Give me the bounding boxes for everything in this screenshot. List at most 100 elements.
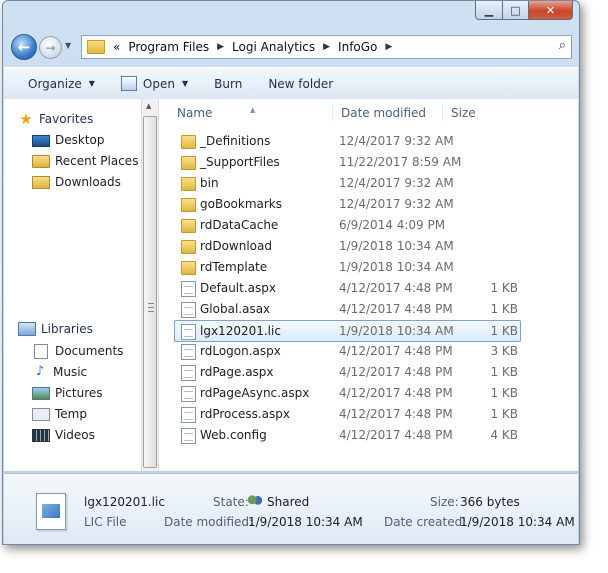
recent-pages-dropdown[interactable]: ▼ [65, 41, 71, 50]
minimize-button[interactable]: ▁ [475, 1, 503, 20]
file-name: rdPage.aspx [200, 365, 274, 379]
sidebar-item-recent-places[interactable]: Recent Places [32, 151, 138, 171]
breadcrumb-overflow[interactable]: « [113, 40, 120, 54]
file-size: 3 KB [490, 344, 518, 358]
chevron-down-icon[interactable]: ▼ [182, 79, 188, 88]
file-date-modified: 12/4/2017 9:32 AM [339, 197, 454, 211]
folder-row[interactable]: rdTemplate 1/9/2018 10:34 AM [175, 257, 520, 277]
sidebar-item-documents[interactable]: Documents [32, 341, 123, 361]
file-large-icon [36, 493, 66, 530]
column-divider[interactable] [442, 103, 443, 121]
file-row[interactable]: Default.aspx 4/12/2017 4:48 PM 1 KB [175, 278, 520, 298]
file-name: lgx120201.lic [200, 324, 281, 338]
close-button[interactable]: ✕ [529, 1, 573, 20]
navigation-pane: ★ Favorites Desktop Recent Places Downlo… [4, 99, 141, 471]
file-name: goBookmarks [200, 197, 283, 211]
sidebar-item-label: Desktop [55, 133, 105, 147]
document-icon [181, 365, 196, 381]
file-row[interactable]: lgx120201.lic 1/9/2018 10:34 AM 1 KB [174, 320, 521, 342]
sidebar-item-label: Music [53, 365, 88, 379]
file-date-modified: 12/4/2017 9:32 AM [339, 176, 454, 190]
open-button[interactable]: Open ▼ [120, 76, 188, 91]
folder-icon [181, 135, 196, 149]
libraries-icon [18, 322, 36, 336]
details-created-value: 1/9/2018 10:34 AM [460, 515, 575, 529]
folder-row[interactable]: _SupportFiles 11/22/2017 8:59 AM [175, 152, 520, 172]
column-name[interactable]: Name [177, 106, 212, 120]
file-name: rdTemplate [200, 260, 268, 274]
chevron-right-icon[interactable]: ▶ [323, 42, 330, 52]
sidebar-item-downloads[interactable]: Downloads [32, 172, 121, 192]
search-icon[interactable]: ⌕ [559, 38, 566, 53]
open-label: Open [142, 76, 175, 91]
organize-label: Organize [28, 76, 82, 91]
scrollbar-thumb[interactable] [143, 116, 157, 468]
column-size[interactable]: Size [451, 106, 476, 120]
file-date-modified: 11/22/2017 8:59 AM [339, 155, 462, 169]
details-created-label: Date created: [384, 515, 467, 529]
file-row[interactable]: rdLogon.aspx 4/12/2017 4:48 PM 3 KB [175, 341, 520, 361]
file-name: rdLogon.aspx [200, 344, 281, 358]
file-name: rdDownload [200, 239, 272, 253]
videos-icon [32, 428, 50, 442]
folder-icon [181, 156, 196, 170]
file-row[interactable]: rdPageAsync.aspx 4/12/2017 4:48 PM 1 KB [175, 383, 520, 403]
document-icon [181, 386, 196, 402]
file-row[interactable]: Web.config 4/12/2017 4:48 PM 4 KB [175, 425, 520, 445]
sidebar-libraries-label: Libraries [41, 322, 93, 336]
file-list: ▲ Name Date modified Size _Definitions 12… [160, 99, 578, 471]
document-icon [181, 281, 196, 297]
details-filename: lgx120201.lic [84, 495, 165, 509]
scroll-up-icon[interactable]: ▲ [146, 102, 151, 110]
navigation-scrollbar[interactable]: ▲ [141, 99, 159, 471]
command-bar: Organize ▼ Open ▼ Burn New folder [4, 67, 578, 100]
sidebar-item-videos[interactable]: Videos [32, 425, 95, 445]
file-date-modified: 4/12/2017 4:48 PM [339, 302, 453, 316]
maximize-button[interactable]: □ [503, 1, 529, 20]
chevron-right-icon[interactable]: ▶ [385, 42, 392, 52]
breadcrumb-logi-analytics[interactable]: Logi Analytics [232, 40, 315, 54]
sidebar-favorites[interactable]: ★ Favorites [18, 109, 93, 129]
file-date-modified: 1/9/2018 10:34 AM [339, 239, 454, 253]
details-modified-value: 1/9/2018 10:34 AM [248, 515, 363, 529]
file-date-modified: 4/12/2017 4:48 PM [339, 365, 453, 379]
details-state-label: State: [213, 495, 249, 509]
sidebar-item-temp[interactable]: Temp [32, 404, 87, 424]
file-size: 4 KB [490, 428, 518, 442]
open-icon [120, 76, 137, 91]
address-bar[interactable]: « Program Files ▶ Logi Analytics ▶ InfoG… [81, 35, 572, 59]
file-row[interactable]: Global.asax 4/12/2017 4:48 PM 1 KB [175, 299, 520, 319]
documents-icon [34, 343, 48, 359]
column-date-modified[interactable]: Date modified [341, 106, 426, 120]
grip-icon [148, 303, 154, 312]
document-icon [181, 302, 196, 318]
file-size: 1 KB [490, 386, 518, 400]
new-folder-button[interactable]: New folder [268, 77, 333, 91]
folder-row[interactable]: rdDataCache 6/9/2014 4:09 PM [175, 215, 520, 235]
sidebar-item-music[interactable]: ♪ Music [32, 362, 87, 382]
details-filetype: LIC File [84, 515, 127, 529]
sidebar-item-label: Pictures [55, 386, 103, 400]
burn-button[interactable]: Burn [214, 77, 242, 91]
breadcrumb-program-files[interactable]: Program Files [128, 40, 209, 54]
breadcrumb-infogo[interactable]: InfoGo [338, 40, 377, 54]
file-row[interactable]: rdProcess.aspx 4/12/2017 4:48 PM 1 KB [175, 404, 520, 424]
sort-ascending-icon: ▲ [250, 106, 256, 114]
folder-row[interactable]: bin 12/4/2017 9:32 AM [175, 173, 520, 193]
sidebar-libraries[interactable]: Libraries [18, 319, 93, 339]
document-icon [181, 344, 196, 360]
organize-button[interactable]: Organize ▼ [28, 77, 95, 91]
sidebar-item-pictures[interactable]: Pictures [32, 383, 103, 403]
pictures-icon [32, 386, 50, 400]
folder-icon [181, 177, 196, 191]
forward-button[interactable]: → [39, 36, 62, 59]
chevron-right-icon[interactable]: ▶ [217, 42, 224, 52]
file-row[interactable]: rdPage.aspx 4/12/2017 4:48 PM 1 KB [175, 362, 520, 382]
document-icon [181, 324, 196, 340]
column-divider[interactable] [332, 103, 333, 121]
folder-row[interactable]: goBookmarks 12/4/2017 9:32 AM [175, 194, 520, 214]
folder-row[interactable]: rdDownload 1/9/2018 10:34 AM [175, 236, 520, 256]
sidebar-item-desktop[interactable]: Desktop [32, 130, 105, 150]
back-button[interactable]: ← [11, 34, 37, 60]
folder-row[interactable]: _Definitions 12/4/2017 9:32 AM [175, 131, 520, 151]
